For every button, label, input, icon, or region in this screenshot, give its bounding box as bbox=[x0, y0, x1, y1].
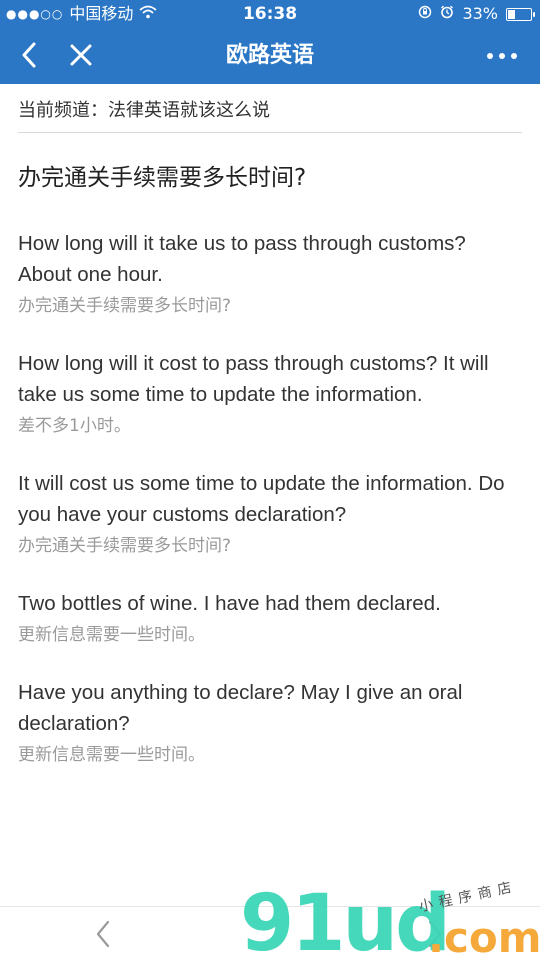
status-right: 33% bbox=[418, 0, 535, 28]
divider bbox=[18, 132, 522, 133]
sentence-item: Have you anything to declare? May I give… bbox=[18, 677, 522, 769]
current-channel-label: 当前频道：法律英语就该这么说 bbox=[18, 100, 270, 121]
sentence-chinese: 办完通关手续需要多长时间? bbox=[18, 296, 232, 316]
nav-bar: 欧路英语 bbox=[0, 28, 540, 84]
sentence-item: How long will it cost to pass through cu… bbox=[18, 348, 522, 440]
chevron-left-icon[interactable] bbox=[92, 917, 116, 951]
battery-icon bbox=[506, 7, 535, 21]
watermark-domain: .com bbox=[428, 913, 540, 962]
sentence-english: Have you anything to declare? May I give… bbox=[18, 681, 463, 735]
sentence-english: It will cost us some time to update the … bbox=[18, 472, 505, 526]
article-heading: 办完通关手续需要多长时间? bbox=[18, 165, 307, 191]
sentence-chinese: 办完通关手续需要多长时间? bbox=[18, 536, 232, 556]
sentence-list: How long will it take us to pass through… bbox=[18, 228, 522, 797]
orientation-lock-icon bbox=[418, 0, 432, 28]
sentence-item: How long will it take us to pass through… bbox=[18, 228, 522, 320]
sentence-chinese: 更新信息需要一些时间。 bbox=[18, 625, 205, 645]
sentence-item: It will cost us some time to update the … bbox=[18, 468, 522, 560]
sentence-english: How long will it cost to pass through cu… bbox=[18, 352, 489, 406]
sentence-chinese: 差不多1小时。 bbox=[18, 416, 131, 436]
page-title: 欧路英语 bbox=[225, 43, 314, 68]
sentence-english: Two bottles of wine. I have had them dec… bbox=[18, 592, 441, 615]
sentence-item: Two bottles of wine. I have had them dec… bbox=[18, 588, 522, 649]
more-icon[interactable] bbox=[486, 48, 518, 62]
sentence-english: How long will it take us to pass through… bbox=[18, 232, 466, 286]
alarm-icon bbox=[440, 0, 454, 28]
watermark-logo: 91ud 小程序商店 .com bbox=[240, 878, 540, 964]
status-bar: ●●●○○ 中国移动 16:38 33% bbox=[0, 0, 540, 28]
sentence-chinese: 更新信息需要一些时间。 bbox=[18, 745, 205, 765]
battery-percent: 33% bbox=[462, 4, 498, 23]
top-bar: ●●●○○ 中国移动 16:38 33% 欧路英语 bbox=[0, 0, 540, 84]
